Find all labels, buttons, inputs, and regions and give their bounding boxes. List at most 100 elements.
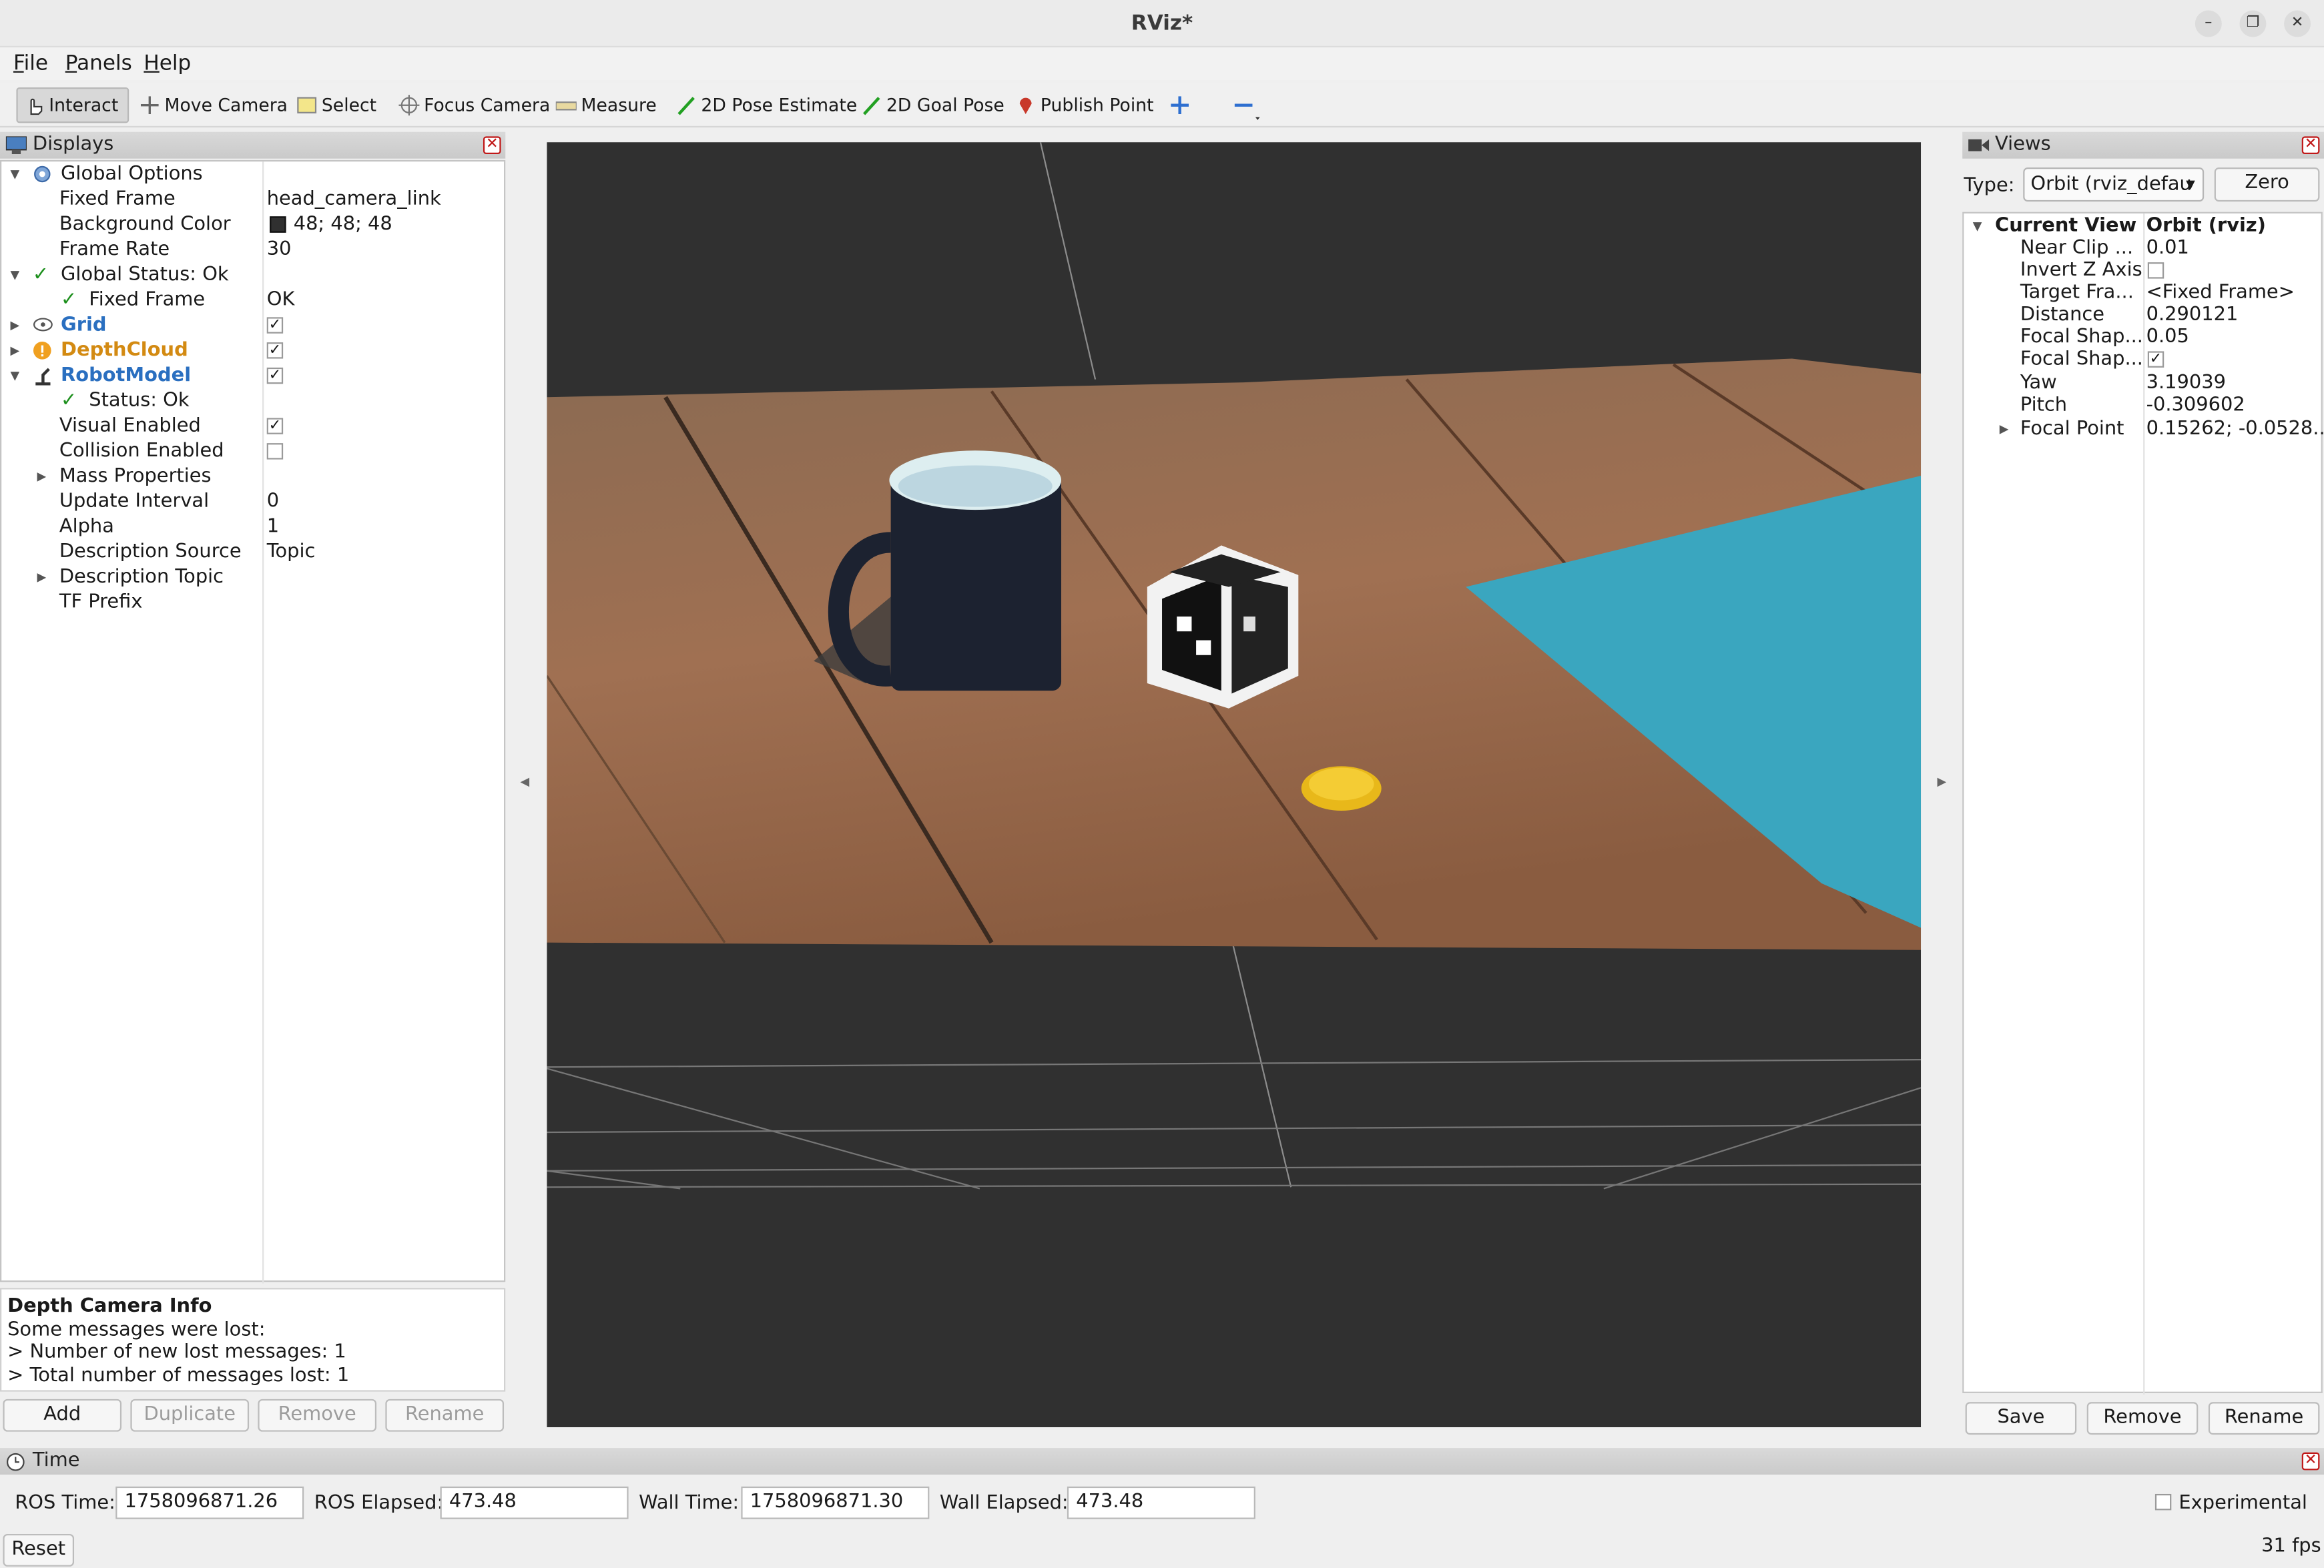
- close-panel-button[interactable]: ✕: [483, 136, 501, 155]
- tree-row-fixed-frame[interactable]: Fixed Frame head_camera_link: [1, 187, 505, 212]
- tree-row-description-source[interactable]: Description Source Topic: [1, 540, 505, 565]
- collapse-arrow-icon[interactable]: ▶: [37, 564, 47, 590]
- fixed-frame-status-value: OK: [266, 289, 295, 312]
- 3d-render-viewport[interactable]: [547, 142, 1922, 1428]
- focal-shape-checkbox[interactable]: ✓: [2147, 351, 2164, 368]
- add-display-button[interactable]: Add: [3, 1399, 122, 1432]
- collapse-arrow-icon[interactable]: ▶: [11, 338, 20, 363]
- view-prop-row[interactable]: Target Fra... <Fixed Frame>: [1964, 282, 2324, 304]
- save-view-button[interactable]: Save: [1965, 1402, 2077, 1435]
- close-panel-button[interactable]: ✕: [2301, 1452, 2320, 1471]
- reset-time-button[interactable]: Reset: [3, 1533, 75, 1567]
- collapse-arrow-icon[interactable]: ▶: [2000, 418, 2009, 440]
- tree-row-grid[interactable]: ▶ Grid ✓: [1, 313, 505, 338]
- view-prop-row[interactable]: Yaw 3.19039: [1964, 372, 2324, 394]
- view-prop-value[interactable]: 0.290121: [2146, 304, 2239, 326]
- minimize-button[interactable]: –: [2195, 10, 2222, 37]
- collapse-left-splitter[interactable]: ◀: [520, 775, 529, 789]
- invert-z-checkbox[interactable]: [2147, 262, 2164, 279]
- fixed-frame-value[interactable]: head_camera_link: [267, 187, 441, 212]
- ros-time-field[interactable]: 1758096871.26: [115, 1486, 304, 1519]
- tree-row-alpha[interactable]: Alpha 1: [1, 514, 505, 540]
- view-prop-row[interactable]: ▶ Focal Point 0.15262; -0.0528...: [1964, 418, 2324, 440]
- goal-pose-tool-button[interactable]: 2D Goal Pose: [855, 87, 1010, 123]
- duplicate-display-button[interactable]: Duplicate: [130, 1399, 250, 1432]
- wall-elapsed-field[interactable]: 473.48: [1067, 1486, 1255, 1519]
- view-prop-row[interactable]: Invert Z Axis: [1964, 260, 2324, 282]
- view-prop-value[interactable]: 3.19039: [2146, 372, 2226, 394]
- expand-arrow-icon[interactable]: ▼: [11, 363, 20, 388]
- depthcloud-enabled-checkbox[interactable]: ✓: [266, 342, 284, 359]
- collapse-right-splitter[interactable]: ▶: [1937, 775, 1946, 789]
- remove-tool-button[interactable]: [1227, 87, 1265, 123]
- tree-row-visual-enabled[interactable]: Visual Enabled ✓: [1, 414, 505, 439]
- robotmodel-enabled-checkbox[interactable]: ✓: [266, 367, 284, 384]
- expand-arrow-icon[interactable]: ▼: [11, 161, 20, 187]
- visual-enabled-checkbox[interactable]: ✓: [266, 418, 284, 434]
- view-prop-value[interactable]: 0.05: [2146, 326, 2189, 348]
- view-prop-value[interactable]: 0.01: [2146, 237, 2189, 259]
- view-prop-row[interactable]: Focal Shap... 0.05: [1964, 326, 2324, 348]
- expand-arrow-icon[interactable]: ▼: [1973, 215, 1982, 237]
- displays-panel-header: Displays ✕: [0, 131, 506, 159]
- view-prop-row[interactable]: Focal Shap... ✓: [1964, 348, 2324, 370]
- frame-rate-label: Frame Rate: [59, 238, 170, 261]
- view-prop-row[interactable]: Pitch -0.309602: [1964, 394, 2324, 416]
- update-interval-value[interactable]: 0: [267, 489, 279, 514]
- current-view-row[interactable]: ▼ Current View Orbit (rviz): [1964, 215, 2324, 237]
- wall-time-field[interactable]: 1758096871.30: [741, 1486, 930, 1519]
- remove-view-button[interactable]: Remove: [2086, 1402, 2199, 1435]
- view-prop-value[interactable]: <Fixed Frame>: [2146, 282, 2295, 304]
- color-swatch[interactable]: [270, 216, 286, 233]
- select-tool-button[interactable]: Select: [290, 87, 382, 123]
- tf-prefix-label: TF Prefix: [59, 591, 143, 614]
- tree-row-description-topic[interactable]: ▶ Description Topic: [1, 564, 505, 590]
- tree-row-mass-properties[interactable]: ▶ Mass Properties: [1, 464, 505, 489]
- close-panel-button[interactable]: ✕: [2301, 136, 2320, 155]
- measure-tool-button[interactable]: Measure: [550, 87, 663, 123]
- focus-camera-tool-button[interactable]: Focus Camera: [392, 87, 556, 123]
- remove-display-button[interactable]: Remove: [258, 1399, 377, 1432]
- view-prop-row[interactable]: Near Clip ... 0.01: [1964, 237, 2324, 259]
- collapse-arrow-icon[interactable]: ▶: [37, 464, 47, 489]
- tree-row-tf-prefix[interactable]: TF Prefix: [1, 590, 505, 615]
- view-prop-value[interactable]: -0.309602: [2146, 394, 2245, 416]
- experimental-checkbox[interactable]: [2154, 1493, 2172, 1511]
- view-prop-row[interactable]: Distance 0.290121: [1964, 304, 2324, 326]
- ros-elapsed-field[interactable]: 473.48: [440, 1486, 629, 1519]
- tree-row-status[interactable]: ✓ Status: Ok: [1, 388, 505, 414]
- move-camera-tool-button[interactable]: Move Camera: [133, 87, 294, 123]
- view-prop-value[interactable]: 0.15262; -0.0528...: [2146, 418, 2324, 440]
- rename-display-button[interactable]: Rename: [385, 1399, 505, 1432]
- collision-enabled-checkbox[interactable]: [266, 443, 284, 460]
- zero-view-button[interactable]: Zero: [2214, 167, 2320, 202]
- add-tool-button[interactable]: [1163, 87, 1201, 123]
- tree-row-global-status[interactable]: ▼ ✓ Global Status: Ok: [1, 262, 505, 288]
- interact-tool-button[interactable]: Interact: [16, 87, 129, 123]
- collapse-arrow-icon[interactable]: ▶: [11, 313, 20, 338]
- rename-view-button[interactable]: Rename: [2208, 1402, 2320, 1435]
- maximize-button[interactable]: ❐: [2239, 10, 2267, 37]
- close-window-button[interactable]: ✕: [2284, 10, 2311, 37]
- menu-file[interactable]: File: [13, 52, 48, 76]
- expand-arrow-icon[interactable]: ▼: [11, 262, 20, 288]
- tree-row-robotmodel[interactable]: ▼ RobotModel ✓: [1, 363, 505, 388]
- background-color-value[interactable]: 48; 48; 48: [294, 212, 392, 238]
- description-source-value[interactable]: Topic: [267, 540, 316, 565]
- tree-row-depthcloud[interactable]: ▶ DepthCloud ✓: [1, 338, 505, 363]
- tree-row-collision-enabled[interactable]: Collision Enabled: [1, 438, 505, 464]
- alpha-value[interactable]: 1: [267, 514, 279, 540]
- tree-row-update-interval[interactable]: Update Interval 0: [1, 489, 505, 514]
- grid-enabled-checkbox[interactable]: ✓: [266, 317, 284, 334]
- tree-row-fixed-frame-status[interactable]: ✓ Fixed Frame OK: [1, 288, 505, 313]
- publish-point-tool-button[interactable]: Publish Point: [1009, 87, 1159, 123]
- pose-estimate-tool-button[interactable]: 2D Pose Estimate: [670, 87, 863, 123]
- frame-rate-value[interactable]: 30: [267, 237, 292, 262]
- time-panel-header: Time ✕: [0, 1448, 2324, 1475]
- tree-row-frame-rate[interactable]: Frame Rate 30: [1, 237, 505, 262]
- tree-row-background-color[interactable]: Background Color 48; 48; 48: [1, 212, 505, 238]
- view-type-select[interactable]: Orbit (rviz_defau ▼: [2023, 167, 2205, 202]
- menu-panels[interactable]: Panels: [65, 52, 132, 76]
- tree-row-global-options[interactable]: ▼ Global Options: [1, 161, 505, 187]
- menu-help[interactable]: Help: [143, 52, 191, 76]
